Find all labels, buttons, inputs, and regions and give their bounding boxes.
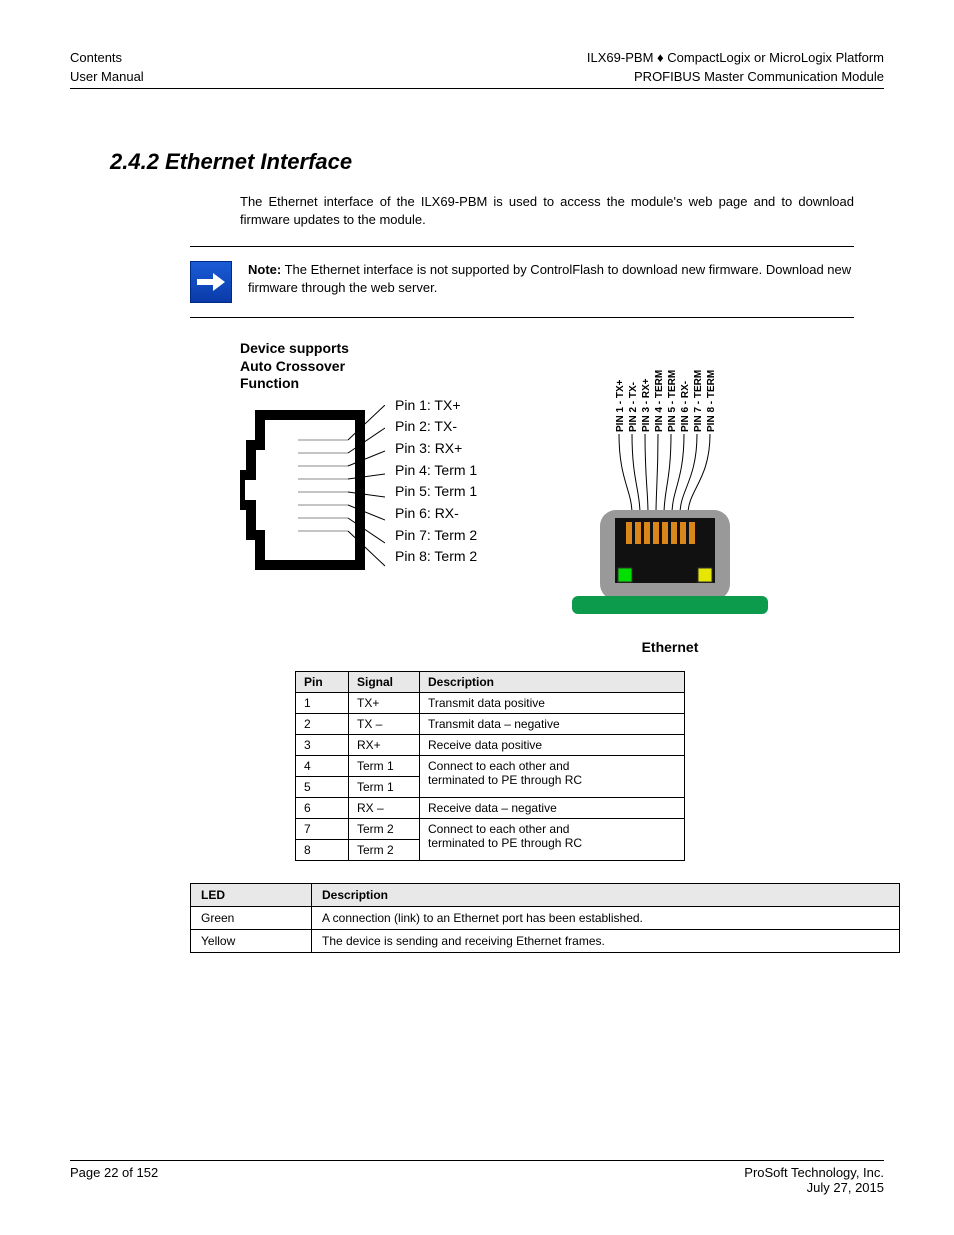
note-text: Note: The Ethernet interface is not supp… <box>248 261 854 296</box>
diagram-right: PIN 1 - TX+ PIN 2 - TX- PIN 3 - RX+ PIN … <box>560 340 780 655</box>
pin-label-list: Pin 1: TX+ Pin 2: TX- Pin 3: RX+ Pin 4: … <box>395 395 477 569</box>
note-block: Note: The Ethernet interface is not supp… <box>190 246 854 318</box>
ethernet-label: Ethernet <box>560 639 780 655</box>
header-right-2: PROFIBUS Master Communication Module <box>634 69 884 84</box>
pin-th-desc: Description <box>420 672 685 693</box>
rj45-jack-diagram: PIN 1 - TX+ PIN 2 - TX- PIN 3 - RX+ PIN … <box>560 340 780 630</box>
diagram-left: Device supports Auto Crossover Function <box>240 340 520 585</box>
pin-th-pin: Pin <box>296 672 349 693</box>
section-heading: 2.4.2 Ethernet Interface <box>110 149 884 175</box>
pin-label: Pin 3: RX+ <box>395 438 477 460</box>
table-row: 3 RX+ Receive data positive <box>296 735 685 756</box>
vert-pin-label: PIN 3 - RX+ <box>641 378 652 432</box>
diagram-row: Device supports Auto Crossover Function <box>240 340 884 655</box>
note-bold: Note: <box>248 262 281 277</box>
vert-pin-label: PIN 1 - TX+ <box>615 379 626 432</box>
pin-label: Pin 6: RX- <box>395 503 477 525</box>
vert-pin-label: PIN 2 - TX- <box>628 382 639 432</box>
merged-cell: Connect to each other and terminated to … <box>420 756 685 798</box>
page-header: Contents ILX69-PBM ♦ CompactLogix or Mic… <box>70 50 884 65</box>
footer-right-1: ProSoft Technology, Inc. <box>744 1165 884 1180</box>
led-table: LED Description Green A connection (link… <box>190 883 900 953</box>
diag-title-l2: Auto Crossover <box>240 358 520 376</box>
table-row: Yellow The device is sending and receivi… <box>191 930 900 953</box>
footer-left: Page 22 of 152 <box>70 1165 158 1180</box>
merged-cell: Connect to each other and terminated to … <box>420 819 685 861</box>
vert-pin-label: PIN 5 - TERM <box>667 370 678 432</box>
led-th-led: LED <box>191 884 312 907</box>
pin-label: Pin 4: Term 1 <box>395 460 477 482</box>
header-left-2: User Manual <box>70 69 144 84</box>
table-row: 6 RX – Receive data – negative <box>296 798 685 819</box>
pin-label: Pin 2: TX- <box>395 416 477 438</box>
rj45-front-diagram <box>240 405 385 585</box>
header-right-1: ILX69-PBM ♦ CompactLogix or MicroLogix P… <box>587 50 884 65</box>
page-header-2: User Manual PROFIBUS Master Communicatio… <box>70 69 884 84</box>
table-row: 4 Term 1 Connect to each other and termi… <box>296 756 685 777</box>
table-row: 1 TX+ Transmit data positive <box>296 693 685 714</box>
pin-label: Pin 1: TX+ <box>395 395 477 417</box>
intro-text: The Ethernet interface of the ILX69-PBM … <box>240 193 854 228</box>
led-th-desc: Description <box>312 884 900 907</box>
vert-pin-label: PIN 7 - TERM <box>693 370 704 432</box>
note-rest: The Ethernet interface is not supported … <box>248 262 851 295</box>
vert-pin-label: PIN 6 - RX- <box>680 381 691 432</box>
table-row: 7 Term 2 Connect to each other and termi… <box>296 819 685 840</box>
header-rule <box>70 88 884 89</box>
page: Contents ILX69-PBM ♦ CompactLogix or Mic… <box>0 0 954 1235</box>
pin-label: Pin 5: Term 1 <box>395 481 477 503</box>
pin-label: Pin 8: Term 2 <box>395 546 477 568</box>
table-row: 2 TX – Transmit data – negative <box>296 714 685 735</box>
diag-title-l1: Device supports <box>240 340 520 358</box>
arrow-icon <box>190 261 232 303</box>
footer-right-2: July 27, 2015 <box>807 1180 884 1195</box>
vert-pin-label: PIN 8 - TERM <box>706 370 717 432</box>
pin-table: Pin Signal Description 1 TX+ Transmit da… <box>295 671 685 861</box>
page-footer: Page 22 of 152 ProSoft Technology, Inc. … <box>70 1160 884 1195</box>
table-row: Green A connection (link) to an Ethernet… <box>191 907 900 930</box>
vert-pin-label: PIN 4 - TERM <box>654 370 665 432</box>
pin-label: Pin 7: Term 2 <box>395 525 477 547</box>
pin-th-signal: Signal <box>349 672 420 693</box>
diag-title-l3: Function <box>240 375 520 393</box>
header-left-1: Contents <box>70 50 122 65</box>
